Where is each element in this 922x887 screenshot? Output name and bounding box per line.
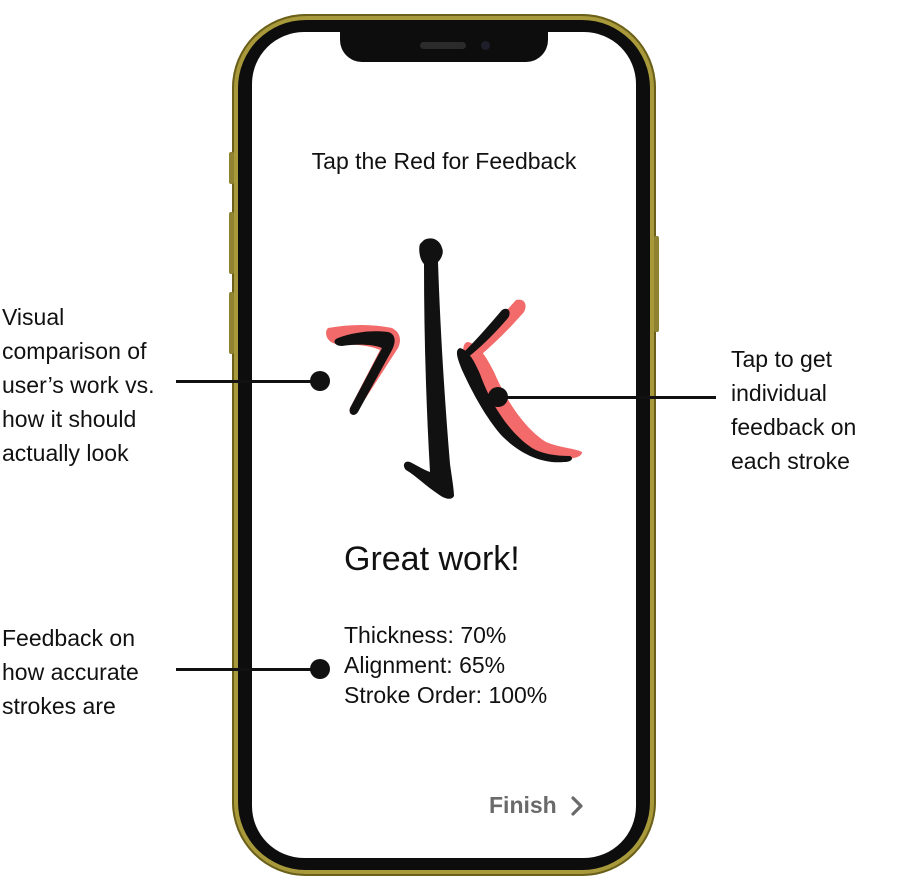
- callout-dot-visual-comparison: [310, 371, 330, 391]
- stat-stroke-order-label: Stroke Order:: [344, 682, 483, 708]
- stat-thickness: Thickness: 70%: [344, 620, 547, 650]
- stat-stroke-order-value: 100%: [488, 682, 548, 708]
- screen-title: Tap the Red for Feedback: [311, 148, 577, 174]
- stat-alignment: Alignment: 65%: [344, 650, 547, 680]
- stat-alignment-label: Alignment:: [344, 652, 453, 678]
- finish-label: Finish: [489, 792, 557, 818]
- volume-down-button: [229, 292, 234, 354]
- annotation-visual-comparison: Visual comparison of user’s work vs. how…: [2, 304, 155, 466]
- user-stroke-left[interactable]: [334, 331, 395, 415]
- stat-stroke-order: Stroke Order: 100%: [344, 680, 547, 710]
- callout-dot-stroke-feedback: [488, 387, 508, 407]
- chevron-right-icon: [571, 795, 583, 816]
- leader-line-visual-comparison: [176, 380, 320, 383]
- power-button: [654, 236, 659, 332]
- volume-up-button: [229, 212, 234, 274]
- leader-line-accuracy-feedback: [176, 668, 320, 671]
- stat-alignment-value: 65%: [459, 652, 506, 678]
- front-camera: [481, 41, 490, 50]
- speaker-grille: [420, 42, 466, 49]
- leader-line-stroke-feedback: [498, 396, 716, 399]
- stat-thickness-value: 70%: [460, 622, 507, 648]
- result-heading: Great work!: [344, 540, 520, 578]
- user-stroke-vertical[interactable]: [403, 238, 454, 499]
- stroke-stats: Thickness: 70% Alignment: 65% Stroke Ord…: [344, 620, 547, 710]
- mute-switch: [229, 152, 234, 184]
- character-comparison: [326, 238, 582, 499]
- finish-button[interactable]: Finish: [489, 792, 583, 819]
- callout-dot-accuracy-feedback: [310, 659, 330, 679]
- annotation-stroke-feedback: Tap to get individual feedback on each s…: [731, 346, 857, 474]
- annotation-accuracy-feedback: Feedback on how accurate strokes are: [2, 625, 139, 719]
- stat-thickness-label: Thickness:: [344, 622, 454, 648]
